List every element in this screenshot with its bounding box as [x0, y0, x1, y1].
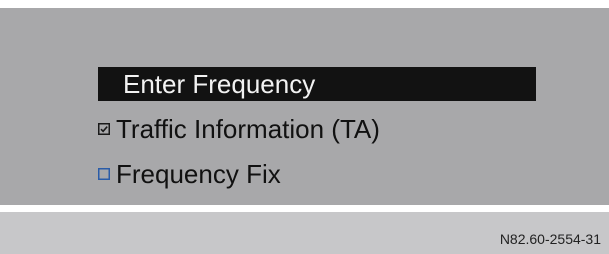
menu-item-traffic-information[interactable]: Traffic Information (TA): [98, 112, 536, 146]
checkbox-checked-icon[interactable]: [98, 123, 114, 135]
footer-bar: N82.60-2554-31: [0, 212, 609, 254]
checkbox-unchecked-icon[interactable]: [98, 168, 114, 180]
menu-item-label: Enter Frequency: [123, 69, 316, 99]
menu-item-enter-frequency[interactable]: Enter Frequency: [98, 67, 536, 101]
menu-item-label: Frequency Fix: [116, 159, 281, 189]
radio-options-menu: Enter Frequency Traffic Information (TA)…: [98, 67, 536, 202]
menu-item-label: Traffic Information (TA): [116, 114, 380, 144]
reference-code: N82.60-2554-31: [499, 231, 601, 247]
menu-item-frequency-fix[interactable]: Frequency Fix: [98, 157, 536, 191]
radio-menu-screen: Enter Frequency Traffic Information (TA)…: [0, 8, 609, 205]
